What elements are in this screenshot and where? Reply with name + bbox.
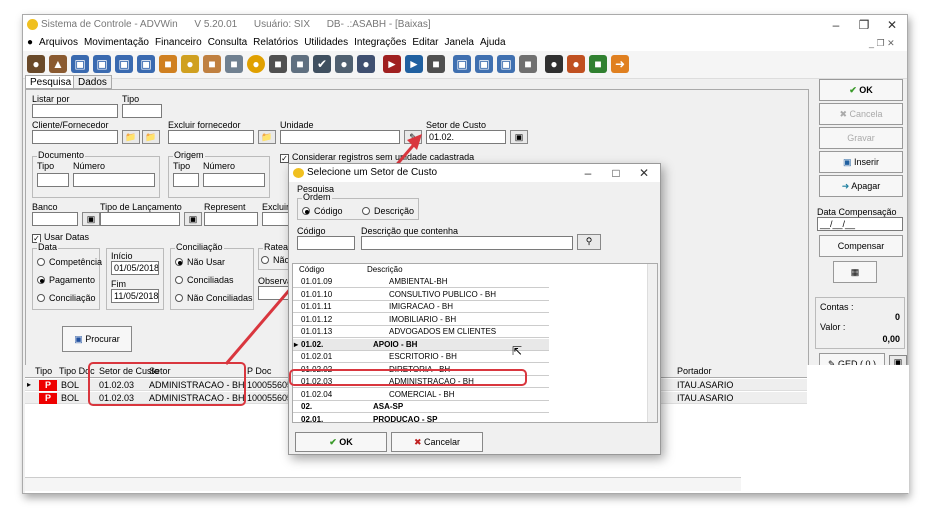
list-item-description: ASA-SP: [373, 402, 404, 411]
dialog-ok-button[interactable]: ✔ OK: [295, 432, 387, 452]
list-item-description: APOIO - BH: [373, 339, 418, 349]
list-col-codigo[interactable]: Código: [299, 265, 324, 274]
list-item-code: 01.02.: [301, 339, 324, 349]
app-logo-icon: [293, 168, 304, 178]
list-item[interactable]: 01.01.11 IMIGRACAO - BH: [293, 301, 549, 313]
close-icon[interactable]: ✕: [635, 165, 653, 181]
list-scrollbar[interactable]: [647, 264, 657, 422]
list-item-description: IMOBILIARIO - BH: [389, 314, 457, 324]
radio-codigo-label: Código: [314, 206, 343, 216]
list-item-code: 01.01.10: [301, 289, 333, 299]
list-item-code: 01.02.04: [301, 389, 333, 399]
list-item-code: 02.: [301, 402, 313, 411]
cancel-icon: ✖: [413, 437, 422, 447]
dialog-cancel-label: Cancelar: [424, 437, 461, 447]
radio-codigo[interactable]: Código: [302, 206, 343, 216]
list-header: Código Descrição: [293, 264, 549, 276]
codigo-label: Código: [297, 226, 326, 236]
list-item[interactable]: 01.01.10 CONSULTIVO PUBLICO - BH: [293, 289, 549, 301]
dialog-cancel-button[interactable]: ✖ Cancelar: [391, 432, 483, 452]
list-item[interactable]: 01.02.04 COMERCIAL - BH: [293, 389, 549, 401]
minimize-icon[interactable]: –: [579, 165, 597, 181]
descricao-input[interactable]: [361, 236, 573, 250]
list-item-description: COMERCIAL - BH: [389, 389, 455, 399]
list-item-description: ADVOGADOS EM CLIENTES: [389, 327, 497, 336]
list-item[interactable]: 02.01. PRODUCAO - SP: [293, 414, 549, 423]
radio-descricao-label: Descrição: [374, 206, 415, 216]
mouse-cursor-icon: ⇱: [512, 344, 523, 358]
list-item-description: CONSULTIVO PUBLICO - BH: [389, 289, 496, 299]
dialog-highlight-box: [289, 369, 527, 386]
list-col-descricao[interactable]: Descrição: [367, 265, 403, 274]
list-item-code: 01.01.09: [301, 277, 333, 286]
ordem-group: Ordem Código Descrição: [297, 192, 419, 220]
list-item[interactable]: 01.02.01 ESCRITORIO - BH: [293, 351, 549, 363]
list-item-code: 02.01.: [301, 414, 324, 423]
radio-descricao[interactable]: Descrição: [362, 206, 414, 216]
row-pointer-icon: ▸: [294, 339, 299, 349]
maximize-icon[interactable]: □: [607, 165, 625, 181]
list-item[interactable]: 01.01.13 ADVOGADOS EM CLIENTES: [293, 326, 549, 338]
dialog-ok-label: OK: [339, 437, 353, 447]
list-item[interactable]: 01.01.09 AMBIENTAL-BH: [293, 276, 549, 288]
list-item-code: 01.01.12: [301, 314, 333, 324]
list-item-description: IMIGRACAO - BH: [389, 302, 454, 311]
check-icon: ✔: [329, 437, 337, 447]
list-item-code: 01.02.01: [301, 352, 333, 361]
descricao-label: Descrição que contenha: [361, 226, 459, 236]
list-item-code: 01.01.11: [301, 302, 332, 311]
list-item-description: PRODUCAO - SP: [373, 414, 438, 423]
arrow-head: [407, 134, 422, 150]
list-item[interactable]: 01.01.12 IMOBILIARIO - BH: [293, 314, 549, 326]
list-item[interactable]: ▸ 01.02. APOIO - BH: [293, 338, 549, 351]
dialog-title-bar: Selecione um Setor de Custo – □ ✕: [289, 164, 660, 182]
list-item[interactable]: 02. ASA-SP: [293, 401, 549, 413]
list-item-description: AMBIENTAL-BH: [389, 277, 448, 286]
list-item-description: ESCRITORIO - BH: [389, 352, 457, 361]
ordem-title: Ordem: [302, 192, 332, 202]
setor-list: Código Descrição 01.01.09 AMBIENTAL-BH 01.…: [292, 263, 658, 423]
setor-dialog: Selecione um Setor de Custo – □ ✕ Pesqui…: [288, 163, 661, 455]
dialog-title: Selecione um Setor de Custo: [307, 167, 438, 178]
codigo-input[interactable]: [297, 236, 355, 250]
search-icon[interactable]: ⚲: [577, 234, 601, 250]
list-item-code: 01.01.13: [301, 327, 333, 336]
